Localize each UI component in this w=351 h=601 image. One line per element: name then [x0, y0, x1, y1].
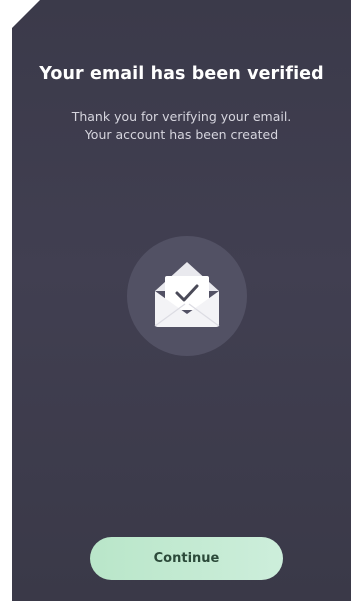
continue-button[interactable]: Continue [90, 537, 283, 580]
corner-fold [12, 0, 40, 28]
page-title: Your email has been verified [39, 64, 324, 84]
subtitle-line-1: Thank you for verifying your email. [71, 109, 292, 124]
verification-screen: Your email has been verified Thank you f… [12, 0, 351, 601]
envelope-check-icon [127, 236, 247, 356]
subtitle-line-2: Your account has been created [84, 127, 279, 142]
